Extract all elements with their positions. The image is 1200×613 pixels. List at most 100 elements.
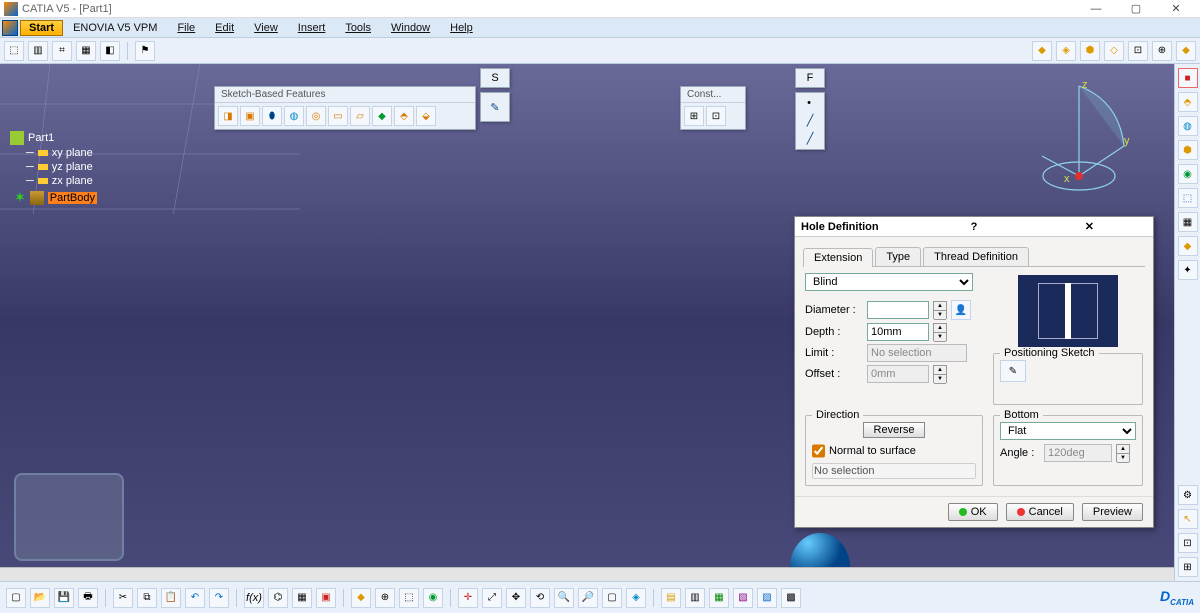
redo-icon[interactable]: ↷: [209, 588, 229, 608]
tool-icon[interactable]: ▦: [1178, 212, 1198, 232]
tab-type[interactable]: Type: [875, 247, 921, 266]
tool-icon[interactable]: ◆: [1178, 236, 1198, 256]
menu-enovia[interactable]: ENOVIA V5 VPM: [63, 20, 167, 36]
copy-icon[interactable]: ⧉: [137, 588, 157, 608]
positioning-sketch-button[interactable]: ✎: [1000, 360, 1026, 382]
menu-view[interactable]: View: [244, 20, 288, 36]
maximize-button[interactable]: ▢: [1116, 2, 1156, 15]
hole-icon[interactable]: ◎: [306, 106, 326, 126]
depth-field[interactable]: [867, 323, 929, 341]
menu-help[interactable]: Help: [440, 20, 483, 36]
tool-icon[interactable]: ⊕: [375, 588, 395, 608]
help-button[interactable]: ?: [916, 221, 1031, 233]
normal-view-icon[interactable]: ▢: [602, 588, 622, 608]
tool-icon[interactable]: ▦: [292, 588, 312, 608]
diameter-lock-icon[interactable]: 👤: [951, 300, 971, 320]
toolbar-icon[interactable]: ▦: [76, 41, 96, 61]
line-style-icon[interactable]: ╱: [807, 132, 814, 145]
menu-tools[interactable]: Tools: [335, 20, 381, 36]
tab-thread[interactable]: Thread Definition: [923, 247, 1029, 266]
tool-icon[interactable]: ⬚: [399, 588, 419, 608]
cursor-icon[interactable]: ↖: [1178, 509, 1198, 529]
stiffener-icon[interactable]: ◆: [372, 106, 392, 126]
save-icon[interactable]: 💾: [54, 588, 74, 608]
render-icon[interactable]: ▧: [733, 588, 753, 608]
preview-button[interactable]: Preview: [1082, 503, 1143, 521]
diameter-field[interactable]: [867, 301, 929, 319]
constraints-toolbar[interactable]: Const... ⊞ ⊡: [680, 86, 746, 130]
minimize-button[interactable]: —: [1076, 3, 1116, 15]
zoom-out-icon[interactable]: 🔎: [578, 588, 598, 608]
hole-definition-dialog[interactable]: Hole Definition ? ✕ Extension Type Threa…: [794, 216, 1154, 528]
cancel-button[interactable]: Cancel: [1006, 503, 1074, 521]
solid-icon[interactable]: ◇: [1104, 41, 1124, 61]
solid-icon[interactable]: ⊡: [1128, 41, 1148, 61]
rotate-icon[interactable]: ⟲: [530, 588, 550, 608]
render-icon[interactable]: ▩: [781, 588, 801, 608]
toolbar-icon[interactable]: ⬚: [4, 41, 24, 61]
fx-icon[interactable]: f(x): [244, 588, 264, 608]
tool-icon[interactable]: ⬚: [1178, 188, 1198, 208]
tool-icon[interactable]: ◉: [423, 588, 443, 608]
new-icon[interactable]: ▢: [6, 588, 26, 608]
viewport-thumbnail[interactable]: [14, 473, 124, 561]
sketch-icon-button[interactable]: ✎: [480, 92, 510, 122]
spinner[interactable]: ▲▼: [933, 365, 947, 383]
slot-icon[interactable]: ▱: [350, 106, 370, 126]
solid-icon[interactable]: ◈: [1056, 41, 1076, 61]
horizontal-scrollbar[interactable]: [0, 567, 1174, 581]
open-icon[interactable]: 📂: [30, 588, 50, 608]
render-icon[interactable]: ▦: [709, 588, 729, 608]
solid-icon[interactable]: ⊕: [1152, 41, 1172, 61]
line-style-palette[interactable]: • ╱ ╱: [795, 92, 825, 150]
rib-icon[interactable]: ▭: [328, 106, 348, 126]
bottom-select[interactable]: Flat: [1000, 422, 1136, 440]
dialog-titlebar[interactable]: Hole Definition ? ✕: [795, 217, 1153, 237]
render-icon[interactable]: ▤: [661, 588, 681, 608]
axis-icon[interactable]: ✛: [458, 588, 478, 608]
tool-icon[interactable]: ◉: [1178, 164, 1198, 184]
render-icon[interactable]: ▥: [685, 588, 705, 608]
spinner[interactable]: ▲▼: [933, 323, 947, 341]
tree-plane[interactable]: ─ zx plane: [10, 174, 97, 188]
menu-window[interactable]: Window: [381, 20, 440, 36]
tool-icon[interactable]: ⌬: [268, 588, 288, 608]
constraint-icon[interactable]: ⊡: [706, 106, 726, 126]
pan-icon[interactable]: ✥: [506, 588, 526, 608]
tool-icon[interactable]: ▣: [316, 588, 336, 608]
hole-type-select[interactable]: Blind: [805, 273, 973, 291]
zoom-in-icon[interactable]: 🔍: [554, 588, 574, 608]
toolbar-handle-f[interactable]: F: [795, 68, 825, 88]
cut-icon[interactable]: ✂: [113, 588, 133, 608]
toolbar-icon[interactable]: ◧: [100, 41, 120, 61]
ok-button[interactable]: OK: [948, 503, 998, 521]
gear-icon[interactable]: ⚙: [1178, 485, 1198, 505]
pad-icon[interactable]: ◨: [218, 106, 238, 126]
toolbar-icon[interactable]: ⌗: [52, 41, 72, 61]
print-icon[interactable]: 🖶: [78, 588, 98, 608]
spinner[interactable]: ▲▼: [1116, 444, 1130, 462]
tree-plane[interactable]: ─ xy plane: [10, 146, 97, 160]
toolbar-handle-s[interactable]: S: [480, 68, 510, 88]
line-style-icon[interactable]: ╱: [807, 114, 814, 127]
menu-file[interactable]: File: [167, 20, 205, 36]
pocket-icon[interactable]: ▣: [240, 106, 260, 126]
groove-icon[interactable]: ◍: [284, 106, 304, 126]
paste-icon[interactable]: 📋: [161, 588, 181, 608]
point-style-icon[interactable]: •: [807, 97, 813, 109]
normal-to-surface-checkbox[interactable]: [812, 442, 825, 460]
tool-icon[interactable]: ⊡: [1178, 533, 1198, 553]
tool-icon[interactable]: ⬘: [1178, 92, 1198, 112]
tool-icon[interactable]: ■: [1178, 68, 1198, 88]
render-icon[interactable]: ▨: [757, 588, 777, 608]
tool-icon[interactable]: ◆: [351, 588, 371, 608]
tree-partbody[interactable]: ✶PartBody: [10, 188, 97, 207]
tool-icon[interactable]: ◍: [1178, 116, 1198, 136]
spec-tree[interactable]: Part1 ─ xy plane ─ yz plane ─ zx plane ✶…: [10, 130, 97, 207]
solid-icon[interactable]: ⬢: [1080, 41, 1100, 61]
menu-insert[interactable]: Insert: [288, 20, 336, 36]
shaft-icon[interactable]: ⬮: [262, 106, 282, 126]
tool-icon[interactable]: ⬢: [1178, 140, 1198, 160]
iso-view-icon[interactable]: ◈: [626, 588, 646, 608]
close-button[interactable]: ✕: [1032, 220, 1147, 233]
